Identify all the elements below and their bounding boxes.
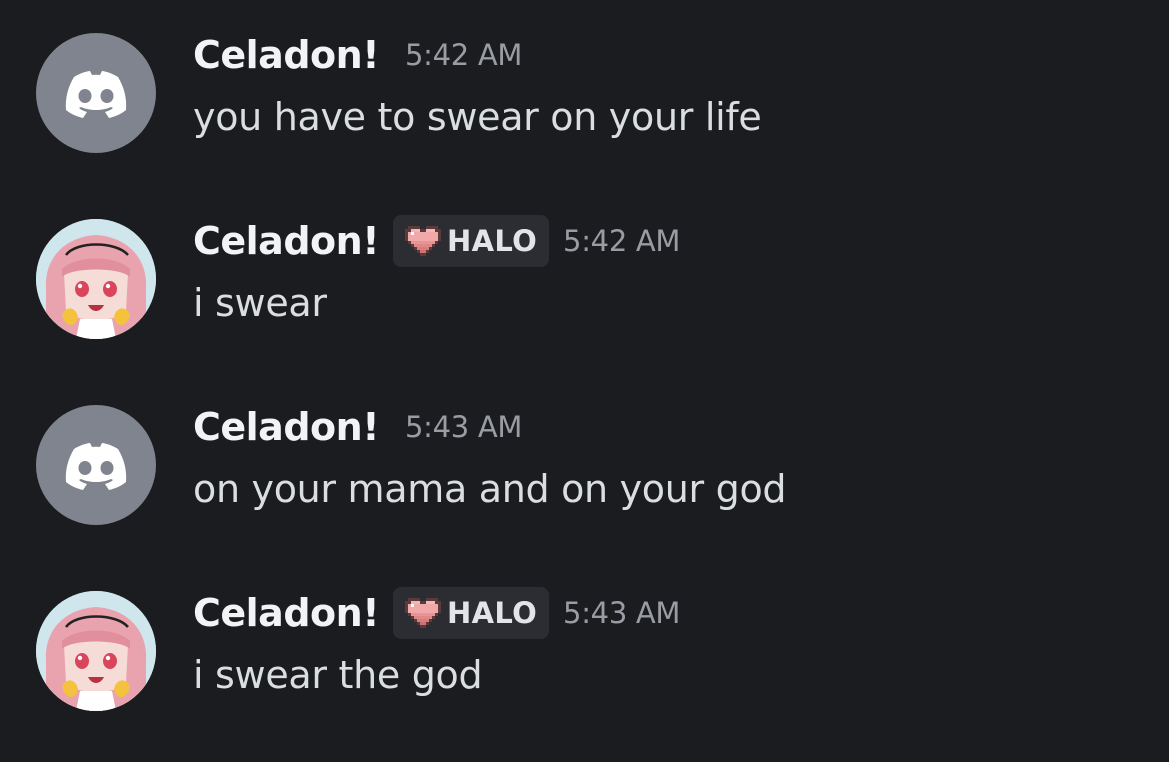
message-content: i swear [193, 281, 327, 325]
pixel-heart-icon [405, 226, 442, 256]
avatar[interactable] [36, 33, 156, 153]
server-tag-label: HALO [447, 224, 538, 258]
message-header: Celadon! [193, 587, 681, 639]
username[interactable]: Celadon! [193, 591, 380, 635]
message-content: you have to swear on your life [193, 95, 762, 139]
server-tag[interactable]: HALO [393, 587, 550, 639]
message-content: on your mama and on your god [193, 467, 787, 511]
message-item: Celadon! 5:42 AM you have to swear on yo… [0, 0, 1169, 153]
avatar[interactable] [36, 591, 156, 711]
discord-logo-icon [65, 443, 127, 490]
timestamp: 5:42 AM [405, 38, 523, 72]
message-item: Celadon! 5:43 AM on your mama and on you… [0, 372, 1169, 525]
username[interactable]: Celadon! [193, 33, 380, 77]
anime-character-icon [36, 219, 156, 339]
timestamp: 5:43 AM [563, 596, 681, 630]
timestamp: 5:42 AM [563, 224, 681, 258]
server-tag-label: HALO [447, 596, 538, 630]
timestamp: 5:43 AM [405, 410, 523, 444]
message-header: Celadon! 5:42 AM [193, 30, 522, 80]
anime-character-icon [36, 591, 156, 711]
discord-logo-icon [65, 71, 127, 118]
message-content: i swear the god [193, 653, 483, 697]
message-header: Celadon! 5:43 AM [193, 402, 522, 452]
message-item: Celadon! [0, 558, 1169, 711]
chat-log: Celadon! 5:42 AM you have to swear on yo… [0, 0, 1169, 762]
server-tag[interactable]: HALO [393, 215, 550, 267]
avatar[interactable] [36, 219, 156, 339]
message-header: Celadon! [193, 215, 681, 267]
avatar[interactable] [36, 405, 156, 525]
username[interactable]: Celadon! [193, 219, 380, 263]
username[interactable]: Celadon! [193, 405, 380, 449]
pixel-heart-icon [405, 598, 442, 628]
message-item: Celadon! [0, 186, 1169, 339]
